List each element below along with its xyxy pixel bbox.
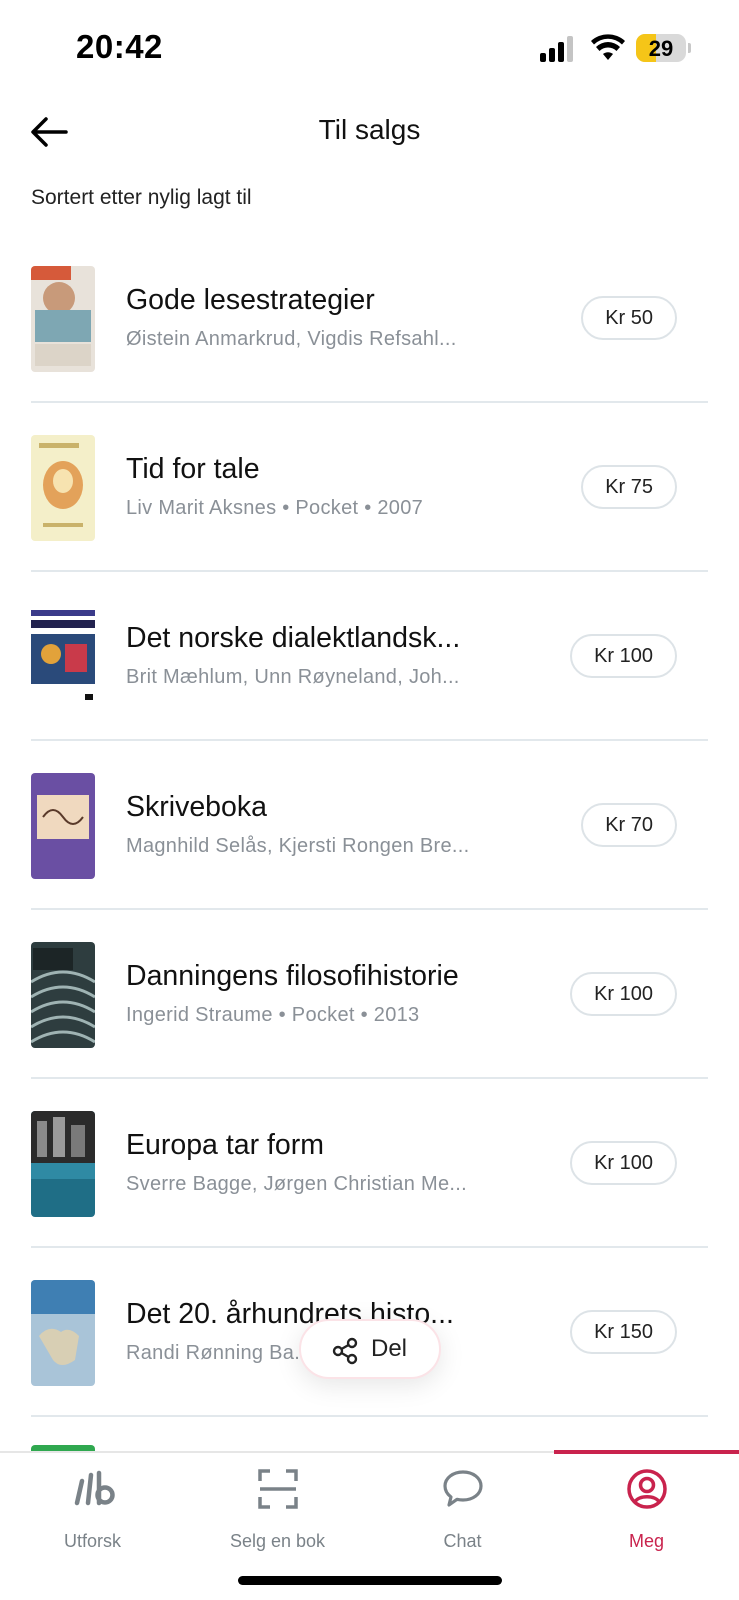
share-icon — [332, 1337, 358, 1365]
book-cover-image — [31, 435, 95, 541]
list-item[interactable]: Tid for tale Liv Marit Aksnes • Pocket •… — [0, 403, 739, 572]
list-item[interactable]: Europa tar form Sverre Bagge, Jørgen Chr… — [0, 1079, 739, 1248]
book-title: Skriveboka — [126, 791, 267, 823]
tab-label: Utforsk — [63, 1531, 121, 1551]
header: Til salgs — [0, 100, 739, 166]
share-button[interactable]: Del — [299, 1319, 441, 1379]
book-cover-image — [31, 604, 95, 710]
book-cover-image — [31, 773, 95, 879]
wifi-icon — [591, 34, 625, 60]
book-cover-image — [31, 942, 95, 1048]
book-authors: Ingerid Straume • Pocket • 2013 — [126, 1004, 420, 1026]
tab-explore[interactable]: Utforsk — [0, 1453, 185, 1563]
book-title: Tid for tale — [126, 453, 260, 485]
book-title: Europa tar form — [126, 1129, 324, 1161]
tab-label: Selg en bok — [229, 1531, 326, 1551]
price-badge[interactable]: Kr 50 — [581, 296, 677, 340]
book-list: Gode lesestrategier Øistein Anmarkrud, V… — [0, 234, 739, 1457]
profile-icon — [626, 1469, 667, 1509]
tab-label: Chat — [443, 1531, 482, 1551]
book-cover-image — [31, 266, 95, 372]
price-badge[interactable]: Kr 100 — [570, 634, 677, 678]
share-label: Del — [371, 1335, 408, 1362]
price-badge[interactable]: Kr 100 — [570, 972, 677, 1016]
tab-label: Meg — [628, 1531, 664, 1551]
book-authors: Randi Rønning Ba... — [126, 1342, 312, 1364]
home-indicator[interactable] — [238, 1576, 502, 1585]
list-item[interactable]: Gode lesestrategier Øistein Anmarkrud, V… — [0, 234, 739, 403]
book-authors: Sverre Bagge, Jørgen Christian Me... — [126, 1173, 467, 1195]
price-badge[interactable]: Kr 75 — [581, 465, 677, 509]
battery-icon: 29 — [636, 34, 686, 62]
book-title: Danningens filosofihistorie — [126, 960, 459, 992]
tab-sell-book[interactable]: Selg en bok — [185, 1453, 370, 1563]
status-time: 20:42 — [76, 28, 163, 65]
list-item[interactable]: Danningens filosofihistorie Ingerid Stra… — [0, 910, 739, 1079]
price-badge[interactable]: Kr 150 — [570, 1310, 677, 1354]
price-badge[interactable]: Kr 70 — [581, 803, 677, 847]
book-title: Gode lesestrategier — [126, 284, 375, 316]
book-title: Det norske dialektlandsk... — [126, 622, 461, 654]
price-badge[interactable]: Kr 100 — [570, 1141, 677, 1185]
tab-chat[interactable]: Chat — [370, 1453, 555, 1563]
book-authors: Magnhild Selås, Kjersti Rongen Bre... — [126, 835, 470, 857]
list-item[interactable]: Skriveboka Magnhild Selås, Kjersti Ronge… — [0, 741, 739, 910]
book-cover-image — [31, 1111, 95, 1217]
cellular-signal-icon — [540, 36, 576, 62]
battery-nub — [688, 43, 691, 53]
book-authors: Øistein Anmarkrud, Vigdis Refsahl... — [126, 328, 457, 350]
status-bar: 20:42 29 — [0, 0, 739, 100]
explore-logo-icon — [74, 1470, 115, 1506]
list-item[interactable]: Det norske dialektlandsk... Brit Mæhlum,… — [0, 572, 739, 741]
book-authors: Brit Mæhlum, Unn Røyneland, Joh... — [126, 666, 460, 688]
book-authors: Liv Marit Aksnes • Pocket • 2007 — [126, 497, 424, 519]
sort-label[interactable]: Sortert etter nylig lagt til — [31, 186, 252, 210]
tab-profile[interactable]: Meg — [554, 1453, 739, 1563]
page-title: Til salgs — [318, 114, 421, 145]
battery-level: 29 — [648, 36, 674, 61]
book-cover-image — [31, 1280, 95, 1386]
chat-bubble-icon — [442, 1470, 483, 1507]
scan-icon — [257, 1469, 298, 1509]
